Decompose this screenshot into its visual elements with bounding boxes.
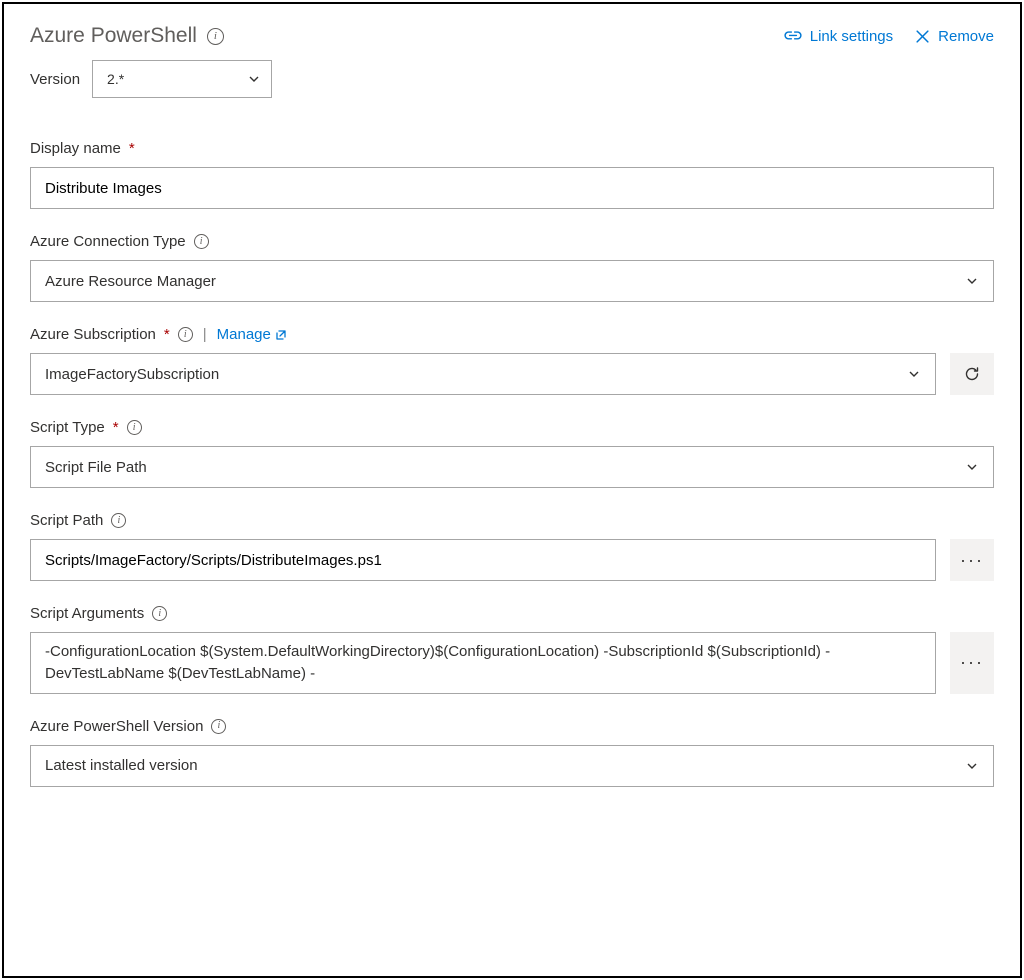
field-label-row: Azure PowerShell Version i [30, 718, 994, 735]
ps-version-label: Azure PowerShell Version [30, 718, 203, 735]
script-args-input[interactable]: -ConfigurationLocation $(System.DefaultW… [30, 632, 936, 694]
connection-type-label: Azure Connection Type [30, 233, 186, 250]
chevron-down-icon [965, 460, 979, 474]
field-label-row: Script Arguments i [30, 605, 994, 622]
field-label-row: Script Path i [30, 512, 994, 529]
subscription-input-row: ImageFactorySubscription [30, 353, 994, 395]
chevron-down-icon [965, 759, 979, 773]
subscription-label: Azure Subscription [30, 326, 156, 343]
field-label-row: Display name * [30, 140, 994, 157]
manage-label: Manage [217, 326, 271, 343]
field-script-path: Script Path i ··· [30, 512, 994, 581]
field-subscription: Azure Subscription * i | Manage ImageFac… [30, 326, 994, 395]
field-ps-version: Azure PowerShell Version i Latest instal… [30, 718, 994, 787]
ps-version-value: Latest installed version [45, 757, 198, 774]
manage-link[interactable]: Manage [217, 326, 287, 343]
script-args-input-row: -ConfigurationLocation $(System.DefaultW… [30, 632, 994, 694]
required-mark: * [164, 326, 170, 343]
script-path-input-row: ··· [30, 539, 994, 581]
info-icon[interactable]: i [152, 606, 167, 621]
script-type-value: Script File Path [45, 459, 147, 476]
remove-button[interactable]: Remove [915, 27, 994, 45]
ellipsis-icon: ··· [960, 652, 984, 673]
link-settings-label: Link settings [810, 28, 893, 45]
field-label-row: Azure Subscription * i | Manage [30, 326, 994, 343]
field-display-name: Display name * [30, 140, 994, 209]
connection-type-select[interactable]: Azure Resource Manager [30, 260, 994, 302]
script-type-select[interactable]: Script File Path [30, 446, 994, 488]
panel-header: Azure PowerShell i Link settings Remove [30, 24, 994, 48]
chevron-down-icon [247, 72, 261, 86]
subscription-select[interactable]: ImageFactorySubscription [30, 353, 936, 395]
info-icon[interactable]: i [207, 28, 224, 45]
required-mark: * [113, 419, 119, 436]
browse-button[interactable]: ··· [950, 539, 994, 581]
connection-type-value: Azure Resource Manager [45, 273, 216, 290]
panel-title: Azure PowerShell [30, 24, 197, 48]
info-icon[interactable]: i [111, 513, 126, 528]
task-config-panel: Azure PowerShell i Link settings Remove … [2, 2, 1022, 978]
info-icon[interactable]: i [211, 719, 226, 734]
field-script-type: Script Type * i Script File Path [30, 419, 994, 488]
refresh-icon [963, 365, 981, 383]
remove-label: Remove [938, 28, 994, 45]
refresh-button[interactable] [950, 353, 994, 395]
script-args-label: Script Arguments [30, 605, 144, 622]
field-script-args: Script Arguments i -ConfigurationLocatio… [30, 605, 994, 694]
browse-button[interactable]: ··· [950, 632, 994, 694]
subscription-value: ImageFactorySubscription [45, 366, 219, 383]
ps-version-select[interactable]: Latest installed version [30, 745, 994, 787]
header-actions: Link settings Remove [784, 27, 994, 45]
close-icon [915, 29, 930, 44]
field-label-row: Azure Connection Type i [30, 233, 994, 250]
script-path-input[interactable] [30, 539, 936, 581]
info-icon[interactable]: i [178, 327, 193, 342]
script-path-label: Script Path [30, 512, 103, 529]
info-icon[interactable]: i [194, 234, 209, 249]
external-link-icon [275, 329, 287, 341]
link-settings-button[interactable]: Link settings [784, 27, 893, 45]
version-value: 2.* [107, 71, 124, 87]
info-icon[interactable]: i [127, 420, 142, 435]
field-connection-type: Azure Connection Type i Azure Resource M… [30, 233, 994, 302]
version-label: Version [30, 71, 80, 88]
chevron-down-icon [965, 274, 979, 288]
title-group: Azure PowerShell i [30, 24, 224, 48]
chevron-down-icon [907, 367, 921, 381]
required-mark: * [129, 140, 135, 157]
link-icon [784, 27, 802, 45]
separator: | [203, 326, 207, 343]
script-type-label: Script Type [30, 419, 105, 436]
display-name-label: Display name [30, 140, 121, 157]
version-select[interactable]: 2.* [92, 60, 272, 98]
field-label-row: Script Type * i [30, 419, 994, 436]
ellipsis-icon: ··· [960, 550, 984, 571]
display-name-input[interactable] [30, 167, 994, 209]
version-row: Version 2.* [30, 60, 994, 98]
